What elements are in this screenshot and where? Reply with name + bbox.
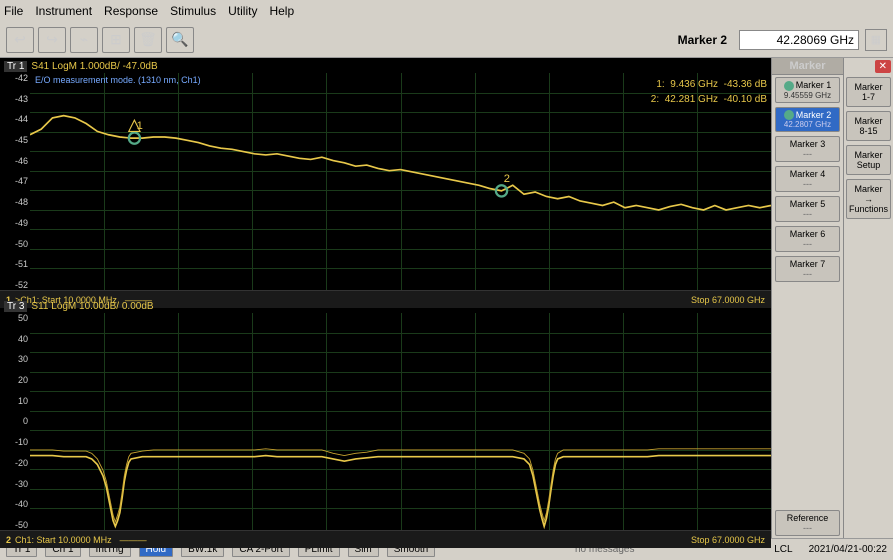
y2-label-7: -20 bbox=[2, 458, 28, 468]
y1-label-0: -42 bbox=[2, 73, 28, 83]
y1-label-7: -49 bbox=[2, 218, 28, 228]
y2-label-9: -40 bbox=[2, 499, 28, 509]
y2-label-3: 20 bbox=[2, 375, 28, 385]
marker1-info: 1: 9.436 GHz -43.36 dB bbox=[651, 77, 767, 92]
chart2-trace-svg bbox=[30, 313, 771, 530]
y1-label-2: -44 bbox=[2, 114, 28, 124]
chart2-start-label: Ch1: Start bbox=[15, 535, 56, 545]
y2-label-2: 30 bbox=[2, 354, 28, 364]
marker-btn-reference[interactable]: Reference --- bbox=[775, 510, 840, 536]
chart1-marker-overlay: 1: 9.436 GHz -43.36 dB 2: 42.281 GHz -40… bbox=[651, 77, 767, 107]
chart1-y-axis: -42 -43 -44 -45 -46 -47 -48 -49 -50 -51 … bbox=[0, 73, 30, 290]
marker-btn-6[interactable]: Marker 6 --- bbox=[775, 226, 840, 252]
marker-label: Marker 2 bbox=[672, 31, 733, 49]
trace1-num: Tr 1 bbox=[4, 61, 27, 72]
y2-label-6: -10 bbox=[2, 437, 28, 447]
trace1-info: S41 LogM 1.000dB/ -47.0dB bbox=[31, 61, 157, 72]
charts-area: Tr 1 S41 LogM 1.000dB/ -47.0dB -42 -43 -… bbox=[0, 58, 771, 538]
marker-sidebar-title: Marker bbox=[772, 58, 843, 75]
y2-label-10: -50 bbox=[2, 520, 28, 530]
marker7-label: Marker 7 bbox=[779, 259, 836, 269]
chart2-stop-freq: Stop 67.0000 GHz bbox=[691, 535, 765, 545]
chart-2: Tr 3 S11 LogM 10.00dB/ 0.00dB 50 40 30 2… bbox=[0, 298, 771, 538]
tab-marker-8-15[interactable]: Marker8-15 bbox=[846, 111, 891, 141]
chart2-inner[interactable]: 50 40 30 20 10 0 -10 -20 -30 -40 -50 bbox=[0, 313, 771, 530]
undo-button[interactable]: ↩ bbox=[6, 27, 34, 53]
menu-help[interactable]: Help bbox=[269, 4, 294, 18]
grid-button[interactable]: ⊞ bbox=[102, 27, 130, 53]
y1-label-3: -45 bbox=[2, 135, 28, 145]
trace2-info: S11 LogM 10.00dB/ 0.00dB bbox=[31, 301, 153, 312]
tab-marker-functions[interactable]: Marker →Functions bbox=[846, 179, 891, 219]
marker2-info: 2: 42.281 GHz -40.10 dB bbox=[651, 92, 767, 107]
marker3-label: Marker 3 bbox=[779, 139, 836, 149]
marker-btn-3[interactable]: Marker 3 --- bbox=[775, 136, 840, 162]
marker2-label: Marker 2 bbox=[779, 110, 836, 121]
chart1-inner[interactable]: -42 -43 -44 -45 -46 -47 -48 -49 -50 -51 … bbox=[0, 73, 771, 290]
marker7-dash: --- bbox=[803, 269, 812, 279]
marker-btn-7[interactable]: Marker 7 --- bbox=[775, 256, 840, 282]
marker4-dash: --- bbox=[803, 179, 812, 189]
marker-value-input[interactable] bbox=[739, 30, 859, 50]
chart2-header: Tr 3 S11 LogM 10.00dB/ 0.00dB bbox=[0, 300, 771, 313]
zoom-button[interactable]: 🔍 bbox=[166, 27, 194, 53]
status-datetime: 2021/04/21-00:22 bbox=[809, 544, 887, 555]
y1-label-4: -46 bbox=[2, 156, 28, 166]
marker2-sidebar-freq: 42.2807 GHz bbox=[779, 120, 836, 129]
marker5-dash: --- bbox=[803, 209, 812, 219]
y1-label-5: -47 bbox=[2, 176, 28, 186]
chart2-axis-bar: 2 Ch1: Start 10.0000 MHz ——— Stop 67.000… bbox=[0, 530, 771, 548]
calc-button[interactable]: ▦ bbox=[865, 29, 887, 51]
marker1-label: Marker 1 bbox=[779, 80, 836, 91]
chart2-y-axis: 50 40 30 20 10 0 -10 -20 -30 -40 -50 bbox=[0, 313, 30, 530]
y1-label-1: -43 bbox=[2, 94, 28, 104]
sync-button[interactable]: ⌁ bbox=[70, 27, 98, 53]
y1-label-8: -50 bbox=[2, 239, 28, 249]
y2-label-8: -30 bbox=[2, 479, 28, 489]
menu-file[interactable]: File bbox=[4, 4, 23, 18]
y2-label-0: 50 bbox=[2, 313, 28, 323]
menu-response[interactable]: Response bbox=[104, 4, 158, 18]
y2-label-5: 0 bbox=[2, 416, 28, 426]
y1-label-10: -52 bbox=[2, 280, 28, 290]
menu-utility[interactable]: Utility bbox=[228, 4, 257, 18]
marker6-label: Marker 6 bbox=[779, 229, 836, 239]
marker5-label: Marker 5 bbox=[779, 199, 836, 209]
marker-sidebar: Marker Marker 1 9.45559 GHz Marker 2 42.… bbox=[771, 58, 843, 538]
marker-input-area: Marker 2 ▦ bbox=[672, 29, 887, 51]
y2-label-4: 10 bbox=[2, 396, 28, 406]
marker4-label: Marker 4 bbox=[779, 169, 836, 179]
menu-stimulus[interactable]: Stimulus bbox=[170, 4, 216, 18]
marker-btn-1[interactable]: Marker 1 9.45559 GHz bbox=[775, 77, 840, 103]
chart2-channel: 2 bbox=[6, 535, 11, 545]
chart2-start-freq: 10.0000 MHz bbox=[58, 535, 112, 545]
status-lcl: LCL bbox=[774, 544, 792, 555]
reference-dash: --- bbox=[803, 523, 812, 533]
marker-btn-4[interactable]: Marker 4 --- bbox=[775, 166, 840, 192]
reference-label: Reference bbox=[779, 513, 836, 523]
marker-btn-2[interactable]: Marker 2 42.2807 GHz bbox=[775, 107, 840, 133]
main-content: Tr 1 S41 LogM 1.000dB/ -47.0dB -42 -43 -… bbox=[0, 58, 893, 538]
tab-panel: ✕ Marker1-7 Marker8-15 MarkerSetup Marke… bbox=[843, 58, 893, 538]
menu-bar: File Instrument Response Stimulus Utilit… bbox=[0, 0, 893, 22]
marker3-dash: --- bbox=[803, 149, 812, 159]
toolbar: ↩ ↪ ⌁ ⊞ 🗑 🔍 Marker 2 ▦ bbox=[0, 22, 893, 58]
redo-button[interactable]: ↪ bbox=[38, 27, 66, 53]
y1-label-9: -51 bbox=[2, 259, 28, 269]
tab-close-btn[interactable]: ✕ bbox=[875, 60, 891, 73]
chart-1: Tr 1 S41 LogM 1.000dB/ -47.0dB -42 -43 -… bbox=[0, 58, 771, 298]
delete-button[interactable]: 🗑 bbox=[134, 27, 162, 53]
marker-btn-5[interactable]: Marker 5 --- bbox=[775, 196, 840, 222]
marker6-dash: --- bbox=[803, 239, 812, 249]
marker1-sidebar-freq: 9.45559 GHz bbox=[779, 91, 836, 100]
menu-instrument[interactable]: Instrument bbox=[35, 4, 92, 18]
y2-label-1: 40 bbox=[2, 334, 28, 344]
y1-label-6: -48 bbox=[2, 197, 28, 207]
svg-text:2: 2 bbox=[504, 173, 510, 185]
trace2-num: Tr 3 bbox=[4, 301, 27, 312]
tab-marker-1-7[interactable]: Marker1-7 bbox=[846, 77, 891, 107]
chart1-header: Tr 1 S41 LogM 1.000dB/ -47.0dB bbox=[0, 60, 771, 73]
tab-marker-setup[interactable]: MarkerSetup bbox=[846, 145, 891, 175]
